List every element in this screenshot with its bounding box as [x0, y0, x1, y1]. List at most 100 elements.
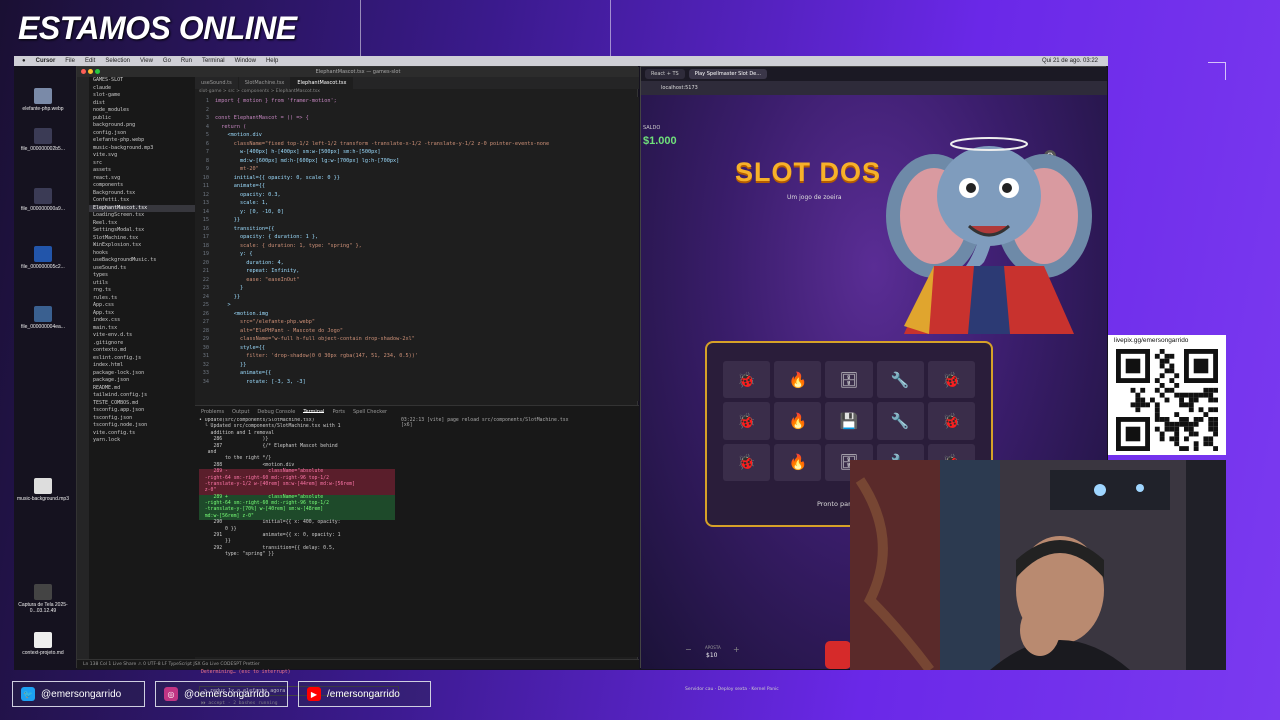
explorer-item[interactable]: Reel.tsx [89, 220, 195, 228]
explorer-item[interactable]: eslint.config.js [89, 355, 195, 363]
explorer-item[interactable]: background.png [89, 122, 195, 130]
menubar-app-name[interactable]: Cursor [36, 58, 56, 64]
line-number: 17 [202, 234, 209, 240]
bet-minus-button[interactable]: − [685, 645, 692, 654]
panel-tab-debug[interactable]: Debug Console [257, 409, 295, 415]
browser-tab[interactable]: React + TS [645, 69, 685, 79]
menu-run[interactable]: Run [181, 58, 192, 64]
bet-plus-button[interactable]: + [733, 645, 740, 654]
social-youtube[interactable]: ▶ /emersongarrido [298, 681, 431, 707]
explorer-item[interactable]: assets [89, 167, 195, 175]
code-line: 1 import { motion } from 'framer-motion'; [195, 97, 639, 106]
explorer-item[interactable]: TESTE_COMBOS.md [89, 400, 195, 408]
explorer-item[interactable]: WinExplosion.tsx [89, 242, 195, 250]
desktop-file[interactable]: file_000000000a9... [14, 188, 72, 212]
explorer-item[interactable]: LoadingScreen.tsx [89, 212, 195, 220]
explorer-item[interactable]: hooks [89, 250, 195, 258]
explorer-item[interactable]: tsconfig.node.json [89, 422, 195, 430]
desktop-file[interactable]: Captura de Tela 2025-0...03.12.49 [14, 584, 72, 614]
menu-view[interactable]: View [140, 58, 153, 64]
explorer-item[interactable]: public [89, 115, 195, 123]
explorer-item[interactable]: config.json [89, 130, 195, 138]
desktop-file[interactable]: file_000000004ea... [14, 306, 72, 330]
desktop-file[interactable]: music-background.mp3 [14, 478, 72, 502]
window-controls[interactable] [81, 69, 100, 74]
explorer-item[interactable]: package-lock.json [89, 370, 195, 378]
address-bar[interactable]: localhost:5173 [641, 81, 1107, 95]
menu-help[interactable]: Help [266, 58, 278, 64]
explorer-item[interactable]: SlotMachine.tsx [89, 235, 195, 243]
explorer-item[interactable]: SettingsModal.tsx [89, 227, 195, 235]
menu-file[interactable]: File [65, 58, 75, 64]
panel-tab-ports[interactable]: Ports [332, 409, 345, 415]
explorer-item[interactable]: utils [89, 280, 195, 288]
tab-slotmachine[interactable]: SlotMachine.tsx [239, 77, 292, 89]
code-editor[interactable]: 1 import { motion } from 'framer-motion';… [195, 97, 639, 401]
explorer-item[interactable]: rules.ts [89, 295, 195, 303]
explorer-item[interactable]: README.md [89, 385, 195, 393]
explorer-item[interactable]: src [89, 160, 195, 168]
explorer-item[interactable]: vite.svg [89, 152, 195, 160]
terminal-output[interactable]: • Update(src/components/SlotMachine.tsx)… [199, 418, 395, 648]
explorer-item[interactable]: Background.tsx [89, 190, 195, 198]
explorer-item[interactable]: vite.config.ts [89, 430, 195, 438]
social-twitter[interactable]: 🐦 @emersongarrido [12, 681, 145, 707]
explorer-item[interactable]: index.html [89, 362, 195, 370]
code-line: 33 animate={{ [195, 369, 639, 378]
menu-window[interactable]: Window [235, 58, 256, 64]
explorer-item[interactable]: elefante-php.webp [89, 137, 195, 145]
panel-tab-terminal[interactable]: Terminal [303, 409, 325, 415]
explorer-item[interactable]: react.svg [89, 175, 195, 183]
explorer-item[interactable]: rng.ts [89, 287, 195, 295]
menu-go[interactable]: Go [163, 58, 171, 64]
desktop-file[interactable]: context-projeto.md [14, 632, 72, 656]
line-number: 11 [202, 183, 209, 189]
explorer-item[interactable]: contexto.md [89, 347, 195, 355]
explorer-item[interactable]: Confetti.tsx [89, 197, 195, 205]
explorer-item[interactable]: claude [89, 85, 195, 93]
apple-icon[interactable]: ● [22, 58, 26, 64]
explorer-item[interactable]: .gitignore [89, 340, 195, 348]
explorer-item[interactable]: index.css [89, 317, 195, 325]
explorer-item[interactable]: vite-env.d.ts [89, 332, 195, 340]
panel-tab-spell[interactable]: Spell Checker [353, 409, 387, 415]
terminal-vite[interactable]: 03:22:13 [vite] page reload src/componen… [401, 418, 591, 468]
explorer-item[interactable]: useSound.ts [89, 265, 195, 273]
explorer-item[interactable]: tailwind.config.js [89, 392, 195, 400]
social-instagram[interactable]: ◎ @oemersongarrido [155, 681, 288, 707]
explorer-item[interactable]: App.css [89, 302, 195, 310]
panel-tab-output[interactable]: Output [232, 409, 249, 415]
explorer-item[interactable]: music-background.mp3 [89, 145, 195, 153]
explorer-item[interactable]: GAMES-SLOT [89, 77, 195, 85]
desktop-file[interactable]: elefante-php.webp [14, 88, 72, 112]
close-button[interactable] [81, 69, 86, 74]
explorer-item[interactable]: main.tsx [89, 325, 195, 333]
explorer-item[interactable]: yarn.lock [89, 437, 195, 445]
menu-edit[interactable]: Edit [85, 58, 95, 64]
explorer-item[interactable]: components [89, 182, 195, 190]
explorer-item[interactable]: dist [89, 100, 195, 108]
tab-usesound[interactable]: useSound.ts [195, 77, 239, 89]
browser-tab-active[interactable]: Play Spellmaster Slot De... [688, 69, 768, 79]
corner-bracket-icon [1208, 62, 1226, 80]
explorer-item[interactable]: slot-game [89, 92, 195, 100]
desktop-file[interactable]: file_000000002b5... [14, 128, 72, 152]
explorer-item[interactable]: package.json [89, 377, 195, 385]
explorer-item[interactable]: tsconfig.app.json [89, 407, 195, 415]
explorer-item[interactable]: useBackgroundMusic.ts [89, 257, 195, 265]
menu-terminal[interactable]: Terminal [202, 58, 225, 64]
maximize-button[interactable] [95, 69, 100, 74]
menu-selection[interactable]: Selection [105, 58, 130, 64]
explorer-item[interactable]: App.tsx [89, 310, 195, 318]
desktop-file[interactable]: file_000000005c2... [14, 246, 72, 270]
qr-code[interactable] [1116, 349, 1218, 451]
tab-elephantmascot[interactable]: ElephantMascot.tsx [291, 77, 354, 89]
minimize-button[interactable] [88, 69, 93, 74]
explorer-item[interactable]: ElephantMascot.tsx [89, 204, 195, 212]
explorer-item[interactable]: tsconfig.json [89, 415, 195, 423]
explorer-item[interactable]: node_modules [89, 107, 195, 115]
panel-tab-problems[interactable]: Problems [201, 409, 224, 415]
spin-button[interactable] [825, 641, 851, 669]
line-number: 3 [205, 115, 209, 121]
explorer-item[interactable]: types [89, 272, 195, 280]
